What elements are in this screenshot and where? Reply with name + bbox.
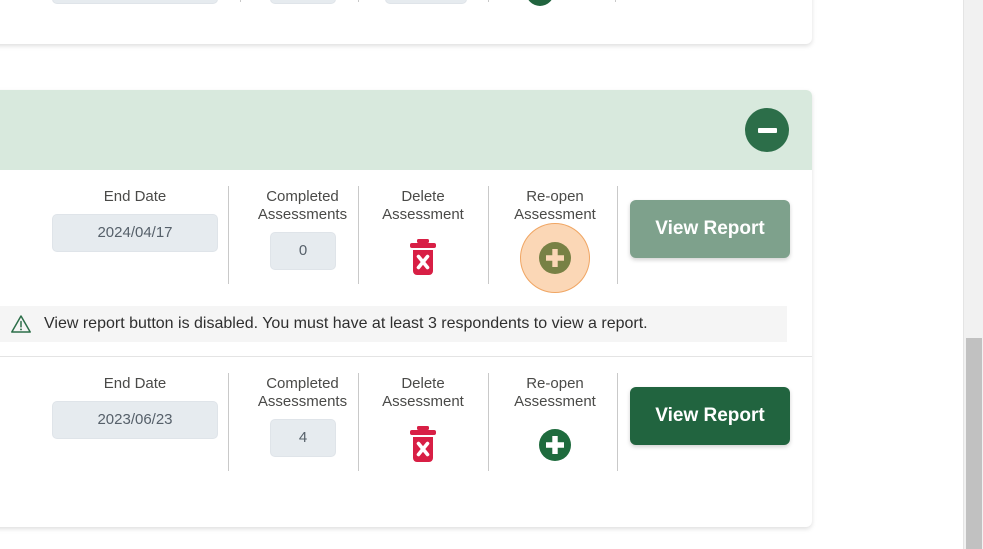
- assessment-panel-card: End Date 2024/04/17 Completed Assessment…: [0, 90, 812, 527]
- column-divider: [228, 373, 229, 471]
- reopen-assessment-column: Re-open Assessment: [500, 375, 610, 469]
- vertical-scrollbar[interactable]: [963, 0, 983, 549]
- warning-banner: View report button is disabled. You must…: [0, 306, 787, 342]
- column-divider: [358, 186, 359, 284]
- end-date-field[interactable]: 2024/04/17: [52, 214, 218, 252]
- column-divider: [358, 0, 359, 2]
- column-divider: [617, 373, 618, 471]
- completed-assessments-label: Completed Assessments: [257, 188, 348, 223]
- column-divider: [488, 186, 489, 284]
- assessment-row: End Date 2023/06/23 Completed Assessment…: [0, 357, 812, 487]
- view-report-button[interactable]: View Report: [630, 387, 790, 445]
- assessment-row: End Date 2024/04/17 Completed Assessment…: [0, 170, 812, 300]
- column-divider: [240, 0, 241, 2]
- column-divider: [358, 373, 359, 471]
- column-divider: [228, 186, 229, 284]
- view-report-column: View Report: [630, 200, 790, 258]
- minus-circle-icon[interactable]: [745, 108, 789, 152]
- trash-x-icon[interactable]: [399, 421, 447, 469]
- column-divider: [488, 373, 489, 471]
- view-report-column: View Report: [630, 387, 790, 445]
- delete-assessment-column: Delete Assessment: [368, 188, 478, 282]
- trash-x-icon[interactable]: [399, 234, 447, 282]
- view-report-button[interactable]: View Report: [630, 200, 790, 258]
- warning-text: View report button is disabled. You must…: [44, 315, 648, 332]
- ghost-field-b: [52, 0, 218, 4]
- completed-assessments-column: Completed Assessments 0: [250, 188, 355, 270]
- column-divider: [488, 0, 489, 2]
- end-date-field[interactable]: 2023/06/23: [52, 401, 218, 439]
- page-canvas: End Date 2024/04/17 Completed Assessment…: [0, 0, 963, 549]
- plus-circle-icon[interactable]: [531, 421, 579, 469]
- completed-assessments-value: 0: [270, 232, 336, 270]
- reopen-assessment-column: Re-open Assessment: [500, 188, 610, 293]
- column-divider: [617, 186, 618, 284]
- panel-header: [0, 90, 812, 170]
- end-date-column: End Date 2024/04/17: [52, 188, 218, 252]
- completed-assessments-label: Completed Assessments: [257, 375, 348, 410]
- delete-assessment-label: Delete Assessment: [382, 375, 464, 410]
- end-date-label: End Date: [103, 375, 167, 392]
- warning-row: View report button is disabled. You must…: [0, 300, 812, 357]
- reopen-assessment-label: Re-open Assessment: [514, 375, 596, 410]
- completed-assessments-column: Completed Assessments 4: [250, 375, 355, 457]
- ghost-field-d: [385, 0, 467, 4]
- previous-assessment-row: [0, 0, 812, 6]
- reopen-assessment-label: Re-open Assessment: [514, 188, 596, 223]
- column-divider: [615, 0, 616, 2]
- delete-assessment-label: Delete Assessment: [382, 188, 464, 223]
- delete-assessment-column: Delete Assessment: [368, 375, 478, 469]
- end-date-column: End Date 2023/06/23: [52, 375, 218, 439]
- scrollbar-thumb[interactable]: [966, 338, 982, 549]
- previous-assessment-card: [0, 0, 812, 44]
- plus-circle-icon[interactable]: [520, 223, 590, 293]
- reopen-icon-partial[interactable]: [526, 0, 554, 6]
- completed-assessments-value: 4: [270, 419, 336, 457]
- minus-glyph: [757, 127, 777, 133]
- end-date-label: End Date: [103, 188, 167, 205]
- warning-triangle-icon: [10, 314, 32, 334]
- ghost-field-c: [270, 0, 336, 4]
